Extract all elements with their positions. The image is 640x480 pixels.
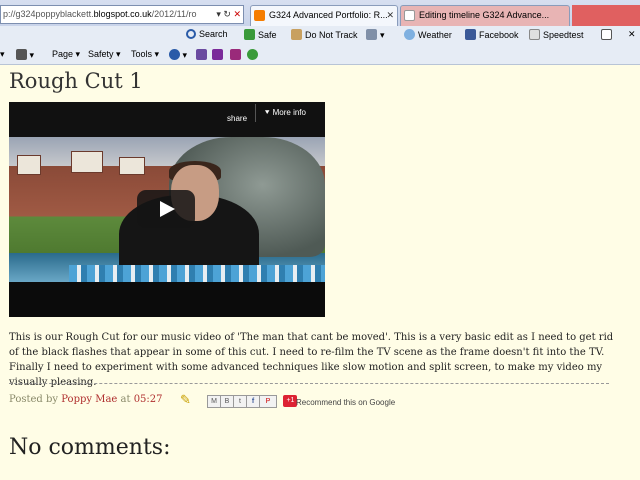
- video-share-button[interactable]: share: [227, 114, 247, 123]
- browser-chrome: p://g324poppyblackett.blogspot.co.uk/201…: [0, 0, 640, 65]
- ie-command-bar: ▾ ▾ Page ▾ Safety ▾ Tools ▾ ▾: [0, 45, 640, 64]
- page-menu[interactable]: Page ▾: [52, 49, 80, 60]
- close-icon[interactable]: ✕: [386, 6, 394, 25]
- window-icon[interactable]: [601, 29, 615, 40]
- blog-post: Rough Cut 1 share ⯆ More info This is ou…: [0, 65, 640, 480]
- safety-menu[interactable]: Safety ▾: [88, 49, 121, 60]
- page-icon: [404, 10, 415, 21]
- speedtest-button[interactable]: Speedtest: [529, 29, 584, 40]
- blanket: [69, 265, 325, 282]
- address-bar-controls: ▾ ↻ ✕: [214, 6, 241, 23]
- menu-dropdown[interactable]: ▾: [366, 29, 385, 41]
- facebook-button[interactable]: Facebook: [465, 29, 519, 40]
- play-icon[interactable]: [137, 190, 195, 228]
- facebook-icon[interactable]: f: [246, 395, 260, 408]
- tab-bar: p://g324poppyblackett.blogspot.co.uk/201…: [0, 0, 640, 26]
- search-icon: [186, 29, 196, 39]
- new-tab-area[interactable]: [572, 5, 640, 26]
- window: [119, 157, 145, 175]
- footprint-icon: [291, 29, 302, 40]
- gauge-icon: [529, 29, 540, 40]
- timestamp-link[interactable]: 05:27: [134, 394, 163, 405]
- safe-button[interactable]: Safe: [244, 29, 277, 40]
- youtube-video-player[interactable]: share ⯆ More info: [9, 102, 325, 317]
- onenote-icon[interactable]: [212, 49, 223, 60]
- at-label: at: [120, 394, 131, 405]
- cloud-icon: [404, 29, 415, 40]
- weather-button[interactable]: Weather: [404, 29, 452, 40]
- safe-label: Safe: [258, 30, 277, 40]
- recommend-text: Recommend this on Google: [296, 398, 396, 407]
- search-label: Search: [199, 29, 228, 39]
- window: [71, 151, 103, 173]
- video-top-bar: share ⯆ More info: [9, 102, 325, 137]
- tab-portfolio[interactable]: G324 Advanced Portfolio: R... ✕: [250, 5, 398, 26]
- edit-pencil-icon[interactable]: ✎: [180, 392, 191, 408]
- refresh-icon[interactable]: ↻: [223, 9, 231, 19]
- address-domain: blogspot.co.uk: [93, 9, 152, 19]
- blogthis-icon[interactable]: B: [220, 395, 234, 408]
- address-bar[interactable]: p://g324poppyblackett.blogspot.co.uk/201…: [0, 5, 244, 24]
- print-button[interactable]: ▾: [16, 49, 34, 61]
- speedtest-label: Speedtest: [543, 30, 584, 40]
- post-title[interactable]: Rough Cut 1: [9, 69, 143, 93]
- tools-label: Tools: [131, 49, 153, 59]
- video-more-info-button[interactable]: ⯆ More info: [264, 108, 306, 118]
- more-info-label: More info: [272, 108, 306, 117]
- tab-label: Editing timeline G324 Advance...: [419, 10, 550, 20]
- do-not-track-button[interactable]: Do Not Track: [291, 29, 358, 40]
- tools-menu[interactable]: Tools ▾: [131, 49, 159, 60]
- posted-by-label: Posted by: [9, 394, 59, 405]
- facebook-icon: [465, 29, 476, 40]
- post-body: This is our Rough Cut for our music vide…: [9, 332, 614, 388]
- stop-icon[interactable]: ✕: [233, 9, 241, 19]
- share-buttons: MBtfP +1: [207, 395, 298, 408]
- help-icon: [169, 49, 180, 60]
- address-prefix: p://g324poppyblackett.: [3, 9, 94, 19]
- page-label: Page: [52, 49, 74, 59]
- arrow-down-icon: ⯆: [264, 108, 273, 117]
- window: [17, 155, 41, 175]
- printer-icon: [16, 49, 27, 60]
- shield-icon: [244, 29, 255, 40]
- comments-heading: No comments:: [9, 435, 171, 460]
- dropdown-icon[interactable]: ▾: [216, 9, 221, 19]
- command-bar: Search Safe Do Not Track ▾ Weather Faceb…: [0, 26, 640, 45]
- divider: [9, 383, 609, 384]
- twitter-icon[interactable]: t: [233, 395, 247, 408]
- pinterest-icon[interactable]: P: [259, 395, 277, 408]
- close-icon[interactable]: ✕: [628, 29, 636, 40]
- help-button[interactable]: ▾: [169, 49, 187, 61]
- search-button[interactable]: Search: [186, 29, 228, 39]
- safety-label: Safety: [88, 49, 114, 59]
- addon-icon[interactable]: [196, 49, 207, 60]
- research-icon[interactable]: [247, 49, 258, 60]
- home-dropdown[interactable]: ▾: [0, 49, 5, 60]
- divider: [255, 104, 256, 122]
- list-icon: [366, 29, 377, 40]
- email-icon[interactable]: M: [207, 395, 221, 408]
- tab-editing-timeline[interactable]: Editing timeline G324 Advance...: [400, 5, 570, 26]
- post-footer: Posted by Poppy Mae at 05:27: [9, 394, 163, 405]
- dnt-label: Do Not Track: [305, 30, 358, 40]
- facebook-label: Facebook: [479, 30, 519, 40]
- address-suffix: /2012/11/ro: [151, 9, 197, 19]
- tab-label: G324 Advanced Portfolio: R...: [269, 10, 388, 20]
- onenote-linked-icon[interactable]: [230, 49, 241, 60]
- blogger-icon: [254, 10, 265, 21]
- author-link[interactable]: Poppy Mae: [61, 394, 117, 405]
- weather-label: Weather: [418, 30, 452, 40]
